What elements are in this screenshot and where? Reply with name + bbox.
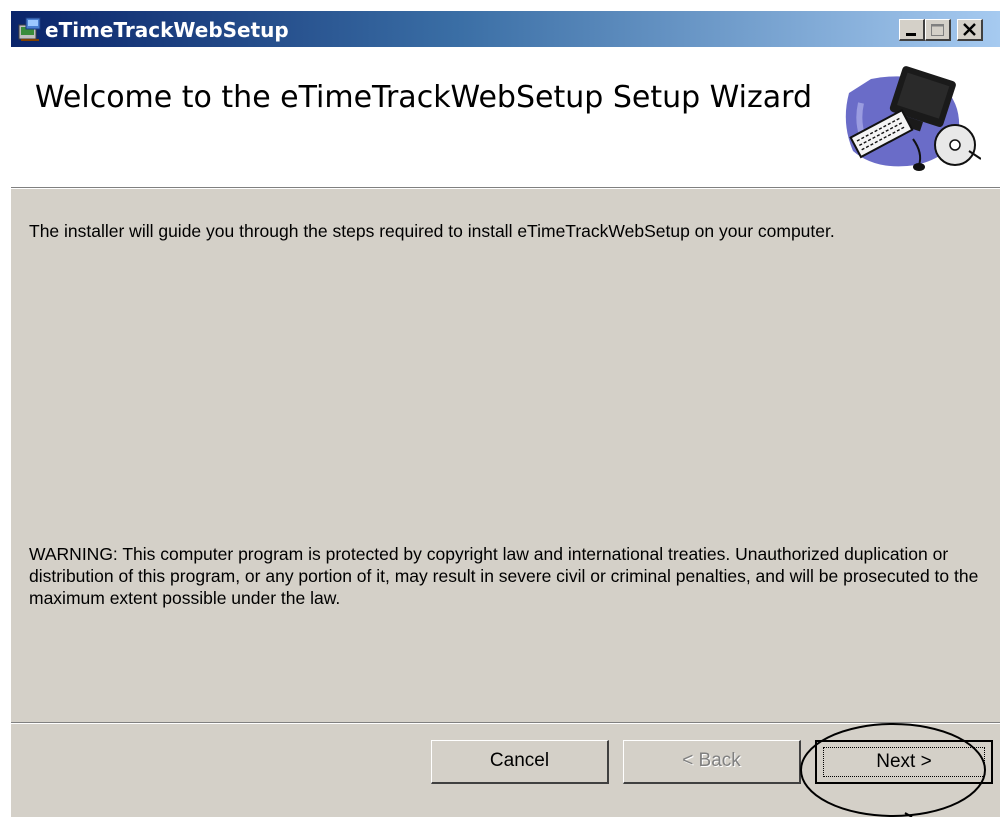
focus-rectangle	[823, 747, 985, 777]
setup-wizard-window: eTimeTrackWebSetup Welcome to the eTimeT…	[10, 10, 1000, 817]
minimize-icon	[906, 33, 916, 36]
title-bar[interactable]: eTimeTrackWebSetup	[11, 11, 1000, 47]
wizard-banner: Welcome to the eTimeTrackWebSetup Setup …	[11, 47, 1000, 187]
cancel-button-label: Cancel	[489, 750, 550, 771]
back-button[interactable]: < Back	[623, 740, 801, 784]
close-button[interactable]	[957, 19, 983, 41]
intro-text: The installer will guide you through the…	[29, 221, 835, 241]
footer-divider-highlight	[11, 723, 1000, 724]
minimize-button[interactable]	[899, 19, 925, 41]
banner-divider-highlight	[11, 188, 1000, 189]
computer-setup-icon	[831, 53, 982, 181]
cancel-button[interactable]: Cancel	[431, 740, 609, 784]
copyright-warning: WARNING: This computer program is protec…	[29, 544, 979, 608]
window-title: eTimeTrackWebSetup	[45, 18, 289, 42]
close-icon	[963, 23, 976, 36]
next-button[interactable]: Next >	[815, 740, 993, 784]
maximize-icon	[931, 24, 944, 36]
back-button-label: < Back	[682, 750, 741, 771]
installer-icon	[17, 16, 43, 42]
maximize-button[interactable]	[925, 19, 951, 41]
wizard-heading: Welcome to the eTimeTrackWebSetup Setup …	[35, 80, 812, 115]
